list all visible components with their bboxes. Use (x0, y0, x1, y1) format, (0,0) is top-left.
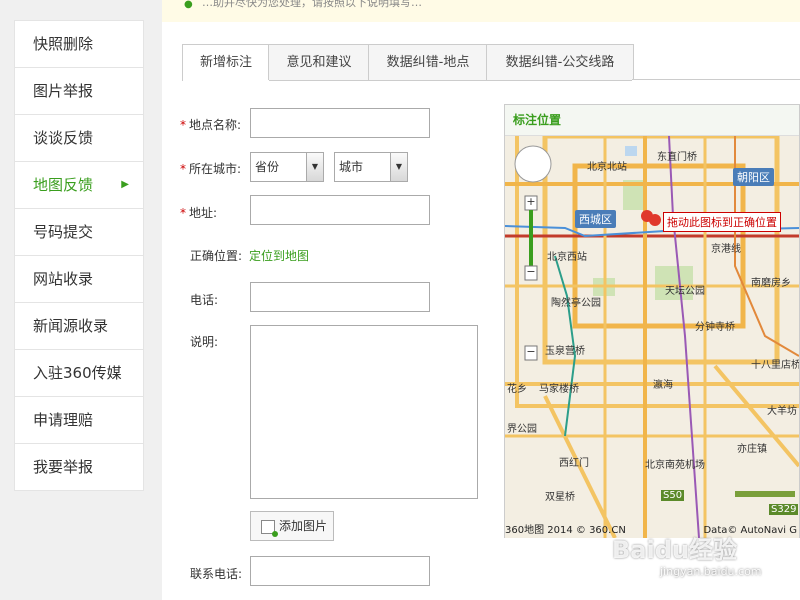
sidebar-item-claim[interactable]: 申请理赔 (15, 396, 143, 443)
notice-text: …助并尽快为您处理，请按照以下说明填写… (202, 0, 422, 9)
tab-place-correction[interactable]: 数据纠错-地点 (368, 44, 488, 80)
map-label: 陶然亭公园 (551, 298, 601, 309)
sidebar-item-360-media[interactable]: 入驻360传媒 (15, 349, 143, 396)
map-label: 北京北站 (587, 162, 627, 173)
tab-bus-correction[interactable]: 数据纠错-公交线路 (486, 44, 634, 80)
map-label: 瀛海 (653, 380, 673, 391)
tab-divider (632, 79, 800, 80)
sidebar-item-snapshot-delete[interactable]: 快照删除 (15, 20, 143, 67)
map-label: 北京南苑机场 (645, 460, 705, 471)
phone-input[interactable] (250, 282, 430, 312)
description-textarea[interactable] (250, 325, 478, 499)
map-label: 东直门桥 (657, 152, 697, 163)
main-panel: 新增标注 意见和建议 数据纠错-地点 数据纠错-公交线路 * 地点名称: * 所在城… (162, 22, 800, 600)
map-label: 天坛公园 (665, 286, 705, 297)
phone-label: 电话: (190, 293, 219, 307)
notice-dot-icon: ● (184, 0, 193, 10)
map-panel: 标注位置 西城区 朝阳区 拖动此图标到正确位置 + − − 北京北站 东直门桥 … (504, 104, 800, 538)
district-label: 西城区 (575, 210, 616, 228)
tab-bar: 新增标注 意见和建议 数据纠错-地点 数据纠错-公交线路 (182, 44, 634, 81)
locate-on-map-link[interactable]: 定位到地图 (249, 247, 309, 264)
top-notice: ● …助并尽快为您处理，请按照以下说明填写… (162, 0, 800, 23)
pan-control-icon[interactable] (515, 146, 551, 182)
highway-badge: S50 (661, 490, 685, 501)
province-select[interactable]: 省份 ▼ (250, 152, 324, 182)
city-label: * 所在城市: (180, 162, 242, 176)
sidebar: 快照删除 图片举报 谈谈反馈 地图反馈 ▶ 号码提交 网站收录 新闻源收录 入驻3… (14, 20, 144, 491)
sidebar-item-map-feedback[interactable]: 地图反馈 ▶ (15, 161, 143, 208)
drag-pin-label[interactable]: 拖动此图标到正确位置 (663, 212, 781, 232)
sidebar-item-number-submit[interactable]: 号码提交 (15, 208, 143, 255)
zoom-out-icon-2[interactable]: − (525, 346, 537, 360)
image-add-icon (261, 520, 278, 537)
watermark: Baidu经验 (612, 536, 737, 564)
map-label: 大羊坊 (767, 406, 797, 417)
place-name-input[interactable] (250, 108, 430, 138)
map-label: 分钟寺桥 (695, 322, 735, 333)
zoom-in-icon[interactable]: + (525, 196, 537, 210)
sidebar-item-site-index[interactable]: 网站收录 (15, 255, 143, 302)
description-label: 说明: (190, 335, 219, 349)
map-copyright: 360地图 2014 © 360.CN (505, 525, 626, 536)
sidebar-item-news-index[interactable]: 新闻源收录 (15, 302, 143, 349)
map-title: 标注位置 (505, 105, 799, 136)
map-label: 十八里店桥 (751, 360, 799, 371)
address-label: * 地址: (180, 206, 218, 220)
map-label: 北京西站 (547, 252, 587, 263)
map-pin-icon[interactable] (639, 202, 659, 222)
address-input[interactable] (250, 195, 430, 225)
map-label: 亦庄镇 (737, 444, 767, 455)
tab-new-marker[interactable]: 新增标注 (182, 44, 270, 81)
place-name-label: * 地点名称: (180, 118, 242, 132)
arrow-right-icon: ▶ (121, 179, 129, 190)
sidebar-item-image-report[interactable]: 图片举报 (15, 67, 143, 114)
city-select[interactable]: 城市 ▼ (334, 152, 408, 182)
map-label: 双星桥 (545, 492, 575, 503)
watermark-url: jingyan.baidu.com (660, 565, 762, 578)
map-label: 马家楼桥 (539, 384, 579, 395)
add-image-button[interactable]: 添加图片 (250, 511, 334, 541)
map-label: 界公园 (507, 424, 537, 435)
map-label: 玉泉营桥 (545, 346, 585, 357)
sidebar-item-feedback[interactable]: 谈谈反馈 (15, 114, 143, 161)
map-label: 花乡 (507, 384, 527, 395)
position-label: 正确位置: (190, 249, 243, 263)
zoom-out-icon[interactable]: − (525, 266, 537, 280)
map-label: 南磨房乡 (751, 278, 791, 289)
contact-phone-input[interactable] (250, 556, 430, 586)
sidebar-item-report[interactable]: 我要举报 (15, 443, 143, 490)
map-label: 京港线 (711, 244, 741, 255)
tab-suggestions[interactable]: 意见和建议 (268, 44, 370, 80)
map-canvas[interactable]: 西城区 朝阳区 拖动此图标到正确位置 + − − 北京北站 东直门桥 北京西站 … (505, 136, 799, 538)
map-roads (505, 136, 799, 538)
contact-phone-label: 联系电话: (190, 567, 243, 581)
chevron-down-icon: ▼ (390, 153, 407, 181)
chevron-down-icon: ▼ (306, 153, 323, 181)
district-label-2: 朝阳区 (733, 168, 774, 186)
highway-badge-2: S329 (769, 504, 799, 515)
map-label: 西红门 (559, 458, 589, 469)
